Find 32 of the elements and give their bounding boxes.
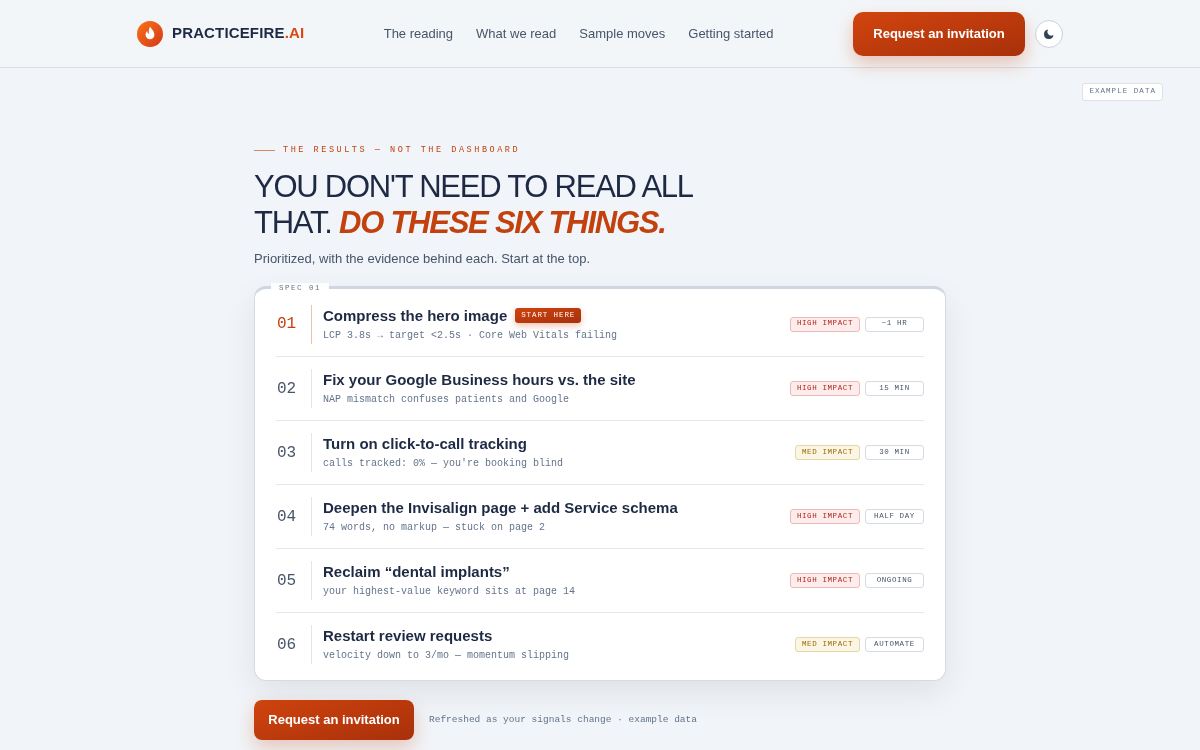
item-detail: your highest-value keyword sits at page 14 (323, 585, 577, 599)
item-detail: calls tracked: 0% — you're booking blind (323, 457, 565, 471)
refresh-note: Refreshed as your signals change · example data (429, 712, 697, 727)
nav-link[interactable]: What we read (476, 23, 557, 44)
dark-mode-toggle[interactable] (1035, 19, 1063, 48)
item-number: 06 (276, 634, 298, 656)
item-detail: NAP mismatch confuses patients and Google (323, 393, 571, 407)
item-detail: velocity down to 3/mo — momentum slipping (323, 649, 571, 663)
nav-link[interactable]: The reading (383, 23, 454, 44)
nav-link[interactable]: Getting started (688, 23, 774, 44)
item-number: 03 (276, 442, 298, 464)
item-title: Compress the hero image (323, 305, 508, 326)
item-title: Fix your Google Business hours vs. the site (323, 370, 636, 390)
item-title: Restart review requests (323, 626, 493, 646)
request-invitation-button[interactable]: Request an invitation (254, 700, 414, 740)
flame-logo-icon (137, 20, 163, 47)
item-title: Turn on click-to-call tracking (323, 434, 527, 454)
item-number: 01 (276, 314, 298, 335)
subtitle: Prioritized, with the evidence behind each. Start at the top. (254, 250, 592, 268)
item-detail: 74 words, no markup — stuck on page 2 (323, 521, 547, 535)
item-number: 04 (276, 506, 298, 528)
item-number: 02 (276, 378, 298, 400)
nav-link[interactable]: Sample moves (579, 23, 666, 44)
moon-icon (1043, 27, 1055, 40)
item-number: 05 (276, 570, 298, 592)
item-title: Reclaim “dental implants” (323, 562, 510, 582)
item-detail: LCP 3.8s → target <2.5s · Core Web Vitals failing (323, 328, 619, 343)
headline: YOU DON'T NEED TO READ ALL THAT. DO THESE SIX THINGS. (254, 169, 694, 241)
eyebrow-text: THE RESULTS — NOT THE DASHBOARD (283, 145, 521, 155)
brand-name[interactable]: PRACTICEFIRE.AI (172, 22, 305, 45)
request-invitation-button[interactable]: Request an invitation (853, 11, 1025, 56)
item-title: Deepen the Invisalign page + add Service schema (323, 498, 678, 518)
